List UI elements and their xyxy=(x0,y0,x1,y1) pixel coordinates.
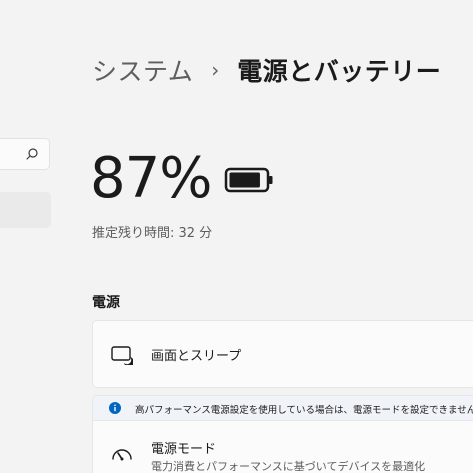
gauge-icon xyxy=(112,449,132,461)
breadcrumb: システム › 電源とバッテリー xyxy=(92,52,441,88)
info-icon xyxy=(109,402,121,414)
page-title: 電源とバッテリー xyxy=(237,57,442,86)
screen-sleep-icon xyxy=(111,346,133,365)
info-bar-text: 高パフォーマンス電源設定を使用している場合は、電源モードを設定できません。 xyxy=(135,405,473,416)
breadcrumb-separator: › xyxy=(211,58,220,82)
screen-and-sleep-label: 画面とスリープ xyxy=(151,349,242,364)
settings-window: システム › 電源とバッテリー 87% 推定残り時間: 32 分 電源 画面とス… xyxy=(0,0,473,473)
screen-and-sleep-row[interactable]: 画面とスリープ xyxy=(92,320,473,388)
battery-icon xyxy=(224,167,273,193)
battery-percentage: 87% xyxy=(90,146,212,211)
search-icon xyxy=(26,148,38,160)
power-mode-description: 電力消費とパフォーマンスに基づいてデバイスを最適化 xyxy=(151,460,426,473)
battery-fill xyxy=(229,172,260,188)
power-mode-row[interactable]: 電源モード 電力消費とパフォーマンスに基づいてデバイスを最適化 xyxy=(92,421,473,473)
section-title-power: 電源 xyxy=(92,295,120,311)
sidebar-item-system-selected[interactable] xyxy=(0,192,51,228)
estimated-time-remaining: 推定残り時間: 32 分 xyxy=(92,226,213,241)
search-input[interactable] xyxy=(0,138,50,170)
power-mode-label: 電源モード xyxy=(151,442,217,457)
info-bar: 高パフォーマンス電源設定を使用している場合は、電源モードを設定できません。 xyxy=(92,395,473,421)
breadcrumb-parent-system[interactable]: システム xyxy=(92,52,193,88)
